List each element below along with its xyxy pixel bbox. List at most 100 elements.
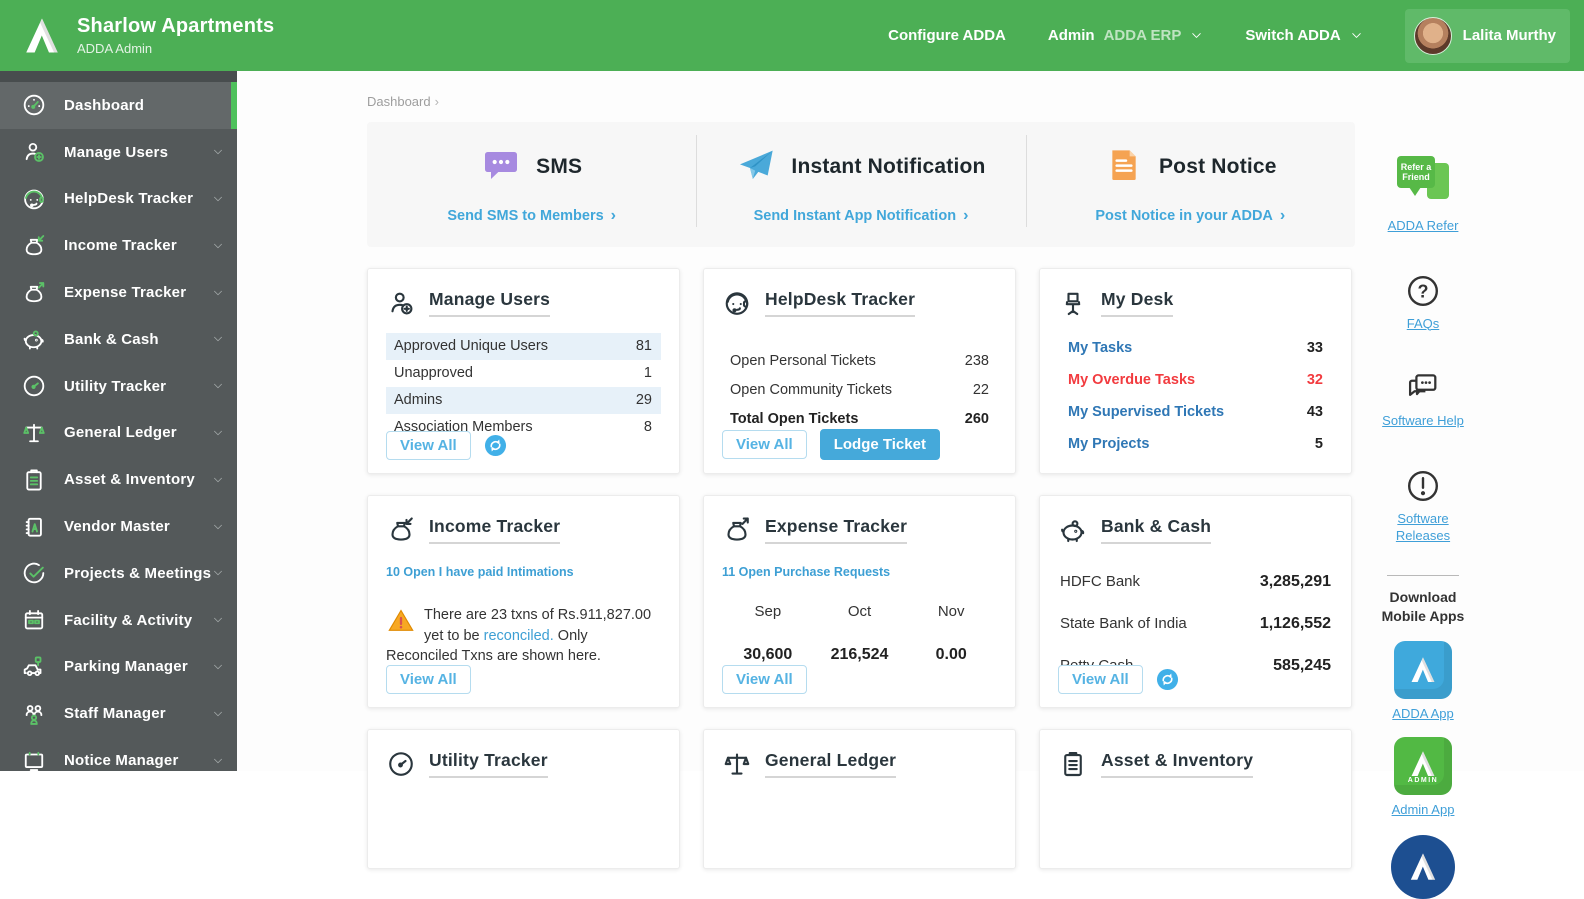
sidebar-item-utility-tracker[interactable]: Utility Tracker — [0, 363, 237, 410]
reconciled-link[interactable]: reconciled. — [484, 628, 554, 644]
send-notification-link[interactable]: Send Instant App Notification› — [754, 207, 969, 225]
chevron-down-icon — [212, 521, 224, 533]
admin-tile-text: ADMIN — [1408, 777, 1438, 784]
month-label: Sep — [722, 603, 814, 620]
sidebar-item-helpdesk-tracker[interactable]: HelpDesk Tracker — [0, 176, 237, 223]
view-all-button[interactable]: View All — [722, 665, 807, 694]
sidebar-top-strip — [0, 71, 237, 82]
list-item[interactable]: My Supervised Tickets43 — [1058, 396, 1333, 428]
divider — [1387, 575, 1459, 576]
view-all-button[interactable]: View All — [722, 430, 807, 459]
adda-app-link[interactable]: ADDA App — [1392, 705, 1453, 723]
sidebar-item-label: General Ledger — [64, 424, 177, 441]
card-title: Bank & Cash — [1101, 516, 1211, 544]
faqs-link[interactable]: FAQs — [1407, 315, 1440, 333]
sidebar-item-expense-tracker[interactable]: Expense Tracker — [0, 269, 237, 316]
post-notice-link[interactable]: Post Notice in your ADDA› — [1095, 207, 1285, 225]
lodge-ticket-button[interactable]: Lodge Ticket — [820, 429, 940, 460]
piggy-icon — [1058, 515, 1088, 545]
sidebar-item-manage-users[interactable]: Manage Users — [0, 129, 237, 176]
admin-erp-dropdown[interactable]: Admin ADDA ERP — [1048, 27, 1203, 44]
card-title: Manage Users — [429, 289, 550, 317]
send-sms-link[interactable]: Send SMS to Members› — [447, 207, 616, 225]
sidebar-item-notice-manager[interactable]: Notice Manager — [0, 737, 237, 784]
refresh-icon[interactable] — [1156, 668, 1179, 691]
sidebar-item-projects-meetings[interactable]: Projects & Meetings — [0, 550, 237, 597]
reconcile-warning: There are 23 txns of Rs.911,827.00 yet t… — [386, 605, 661, 667]
helpdesk-icon — [722, 288, 752, 318]
view-all-button[interactable]: View All — [386, 665, 471, 694]
adda-app-tile[interactable] — [1394, 641, 1452, 699]
sidebar-item-label: Manage Users — [64, 144, 168, 161]
sidebar-item-staff-manager[interactable]: Staff Manager — [0, 690, 237, 737]
software-help-icon[interactable] — [1405, 370, 1441, 406]
refresh-icon[interactable] — [484, 434, 507, 457]
view-all-button[interactable]: View All — [1058, 665, 1143, 694]
post-notice-title: Post Notice — [1159, 155, 1277, 179]
card-title: Utility Tracker — [429, 750, 548, 778]
gatekeeper-app-tile[interactable] — [1391, 835, 1455, 899]
admin-value: ADDA ERP — [1104, 27, 1182, 44]
chevron-down-icon — [212, 240, 224, 252]
list-item[interactable]: My Projects5 — [1058, 428, 1333, 460]
sidebar-item-label: Asset & Inventory — [64, 471, 195, 488]
scales-icon — [722, 749, 752, 779]
vendor-icon — [21, 514, 49, 540]
refer-a-friend-icon[interactable]: Refer aFriend — [1395, 154, 1451, 210]
sidebar-item-asset-inventory[interactable]: Asset & Inventory — [0, 456, 237, 503]
clipboard-icon — [21, 467, 49, 493]
sidebar-item-label: Parking Manager — [64, 658, 188, 675]
chevron-down-icon — [212, 193, 224, 205]
sidebar-item-income-tracker[interactable]: Income Tracker — [0, 222, 237, 269]
chevron-down-icon — [212, 287, 224, 299]
chevron-down-icon — [212, 427, 224, 439]
sidebar-item-vendor-master[interactable]: Vendor Master — [0, 503, 237, 550]
month-value: 0.00 — [905, 646, 997, 664]
list-item[interactable]: My Tasks33 — [1058, 332, 1333, 364]
faq-icon[interactable]: ? — [1405, 273, 1441, 309]
month-label: Oct — [814, 603, 906, 620]
card-title: Asset & Inventory — [1101, 750, 1253, 778]
breadcrumb[interactable]: Dashboard› — [367, 94, 1584, 109]
expense-tracker-card: Expense Tracker 11 Open Purchase Request… — [703, 495, 1016, 708]
car-icon — [21, 654, 49, 680]
calendar-icon — [21, 607, 49, 633]
open-purchase-requests-link[interactable]: 11 Open Purchase Requests — [722, 565, 997, 579]
income-icon — [386, 515, 416, 545]
chevron-down-icon — [212, 333, 224, 345]
sidebar-item-label: Expense Tracker — [64, 284, 186, 301]
admin-app-link[interactable]: Admin App — [1392, 801, 1455, 819]
open-intimations-link[interactable]: 10 Open I have paid Intimations — [386, 565, 661, 579]
software-releases-link[interactable]: Software Releases — [1387, 510, 1459, 545]
quick-actions-panel: SMS Send SMS to Members› Instant Notific… — [367, 122, 1355, 247]
adda-refer-link[interactable]: ADDA Refer — [1388, 217, 1459, 235]
dashboard-icon — [21, 92, 49, 118]
list-item[interactable]: My Overdue Tasks32 — [1058, 364, 1333, 396]
software-releases-icon[interactable] — [1405, 468, 1441, 504]
user-menu[interactable]: Lalita Murthy — [1405, 9, 1570, 63]
app-name: ADDA Admin — [77, 41, 274, 56]
table-row: Unapproved1 — [386, 360, 661, 387]
configure-adda-link[interactable]: Configure ADDA — [888, 27, 1006, 44]
adda-logo-icon — [1407, 654, 1439, 686]
sidebar-item-label: HelpDesk Tracker — [64, 190, 193, 207]
sidebar-item-parking-manager[interactable]: Parking Manager — [0, 644, 237, 691]
adda-logo-icon — [1406, 850, 1440, 884]
sms-section: SMS Send SMS to Members› — [367, 145, 696, 225]
desk-chair-icon — [1058, 288, 1088, 318]
download-apps-heading: Download Mobile Apps — [1380, 588, 1466, 626]
sidebar-item-general-ledger[interactable]: General Ledger — [0, 410, 237, 457]
sidebar-item-label: Utility Tracker — [64, 378, 166, 395]
software-help-link[interactable]: Software Help — [1382, 412, 1464, 430]
manage-users-icon — [386, 288, 416, 318]
admin-app-tile[interactable]: ADMIN — [1394, 737, 1452, 795]
sidebar-item-bank-cash[interactable]: Bank & Cash — [0, 316, 237, 363]
sidebar-item-facility-activity[interactable]: Facility & Activity — [0, 597, 237, 644]
sidebar-item-dashboard[interactable]: Dashboard — [0, 82, 237, 129]
view-all-button[interactable]: View All — [386, 431, 471, 460]
asset-inventory-card: Asset & Inventory — [1039, 729, 1352, 869]
brand: Sharlow Apartments ADDA Admin — [20, 14, 274, 58]
my-desk-card: My Desk My Tasks33 My Overdue Tasks32 My… — [1039, 268, 1352, 474]
staff-icon — [21, 701, 49, 727]
switch-adda-dropdown[interactable]: Switch ADDA — [1245, 27, 1362, 44]
